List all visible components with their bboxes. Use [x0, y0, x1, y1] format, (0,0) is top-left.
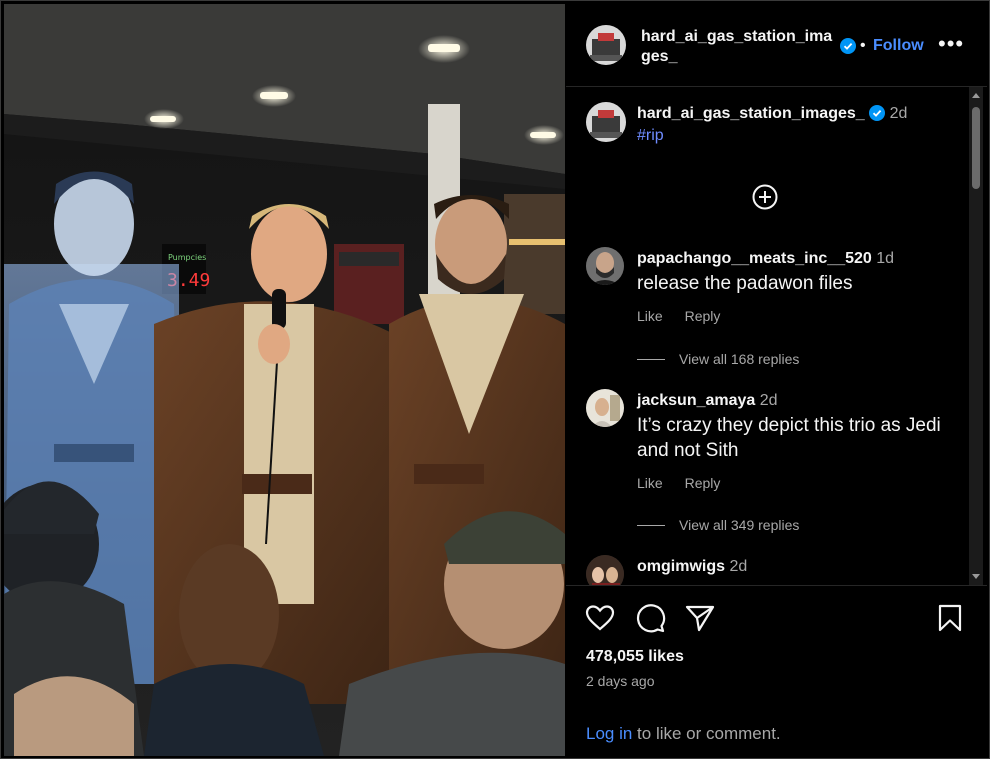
login-prompt: Log in to like or comment.	[586, 724, 781, 744]
comment-time: 2d	[759, 392, 778, 409]
caption-header: hard_ai_gas_station_images_ 2d	[637, 105, 907, 123]
heart-icon[interactable]	[584, 602, 616, 634]
comment-header: omgimwigs 2d	[637, 558, 747, 576]
comment-username[interactable]: omgimwigs	[637, 558, 725, 575]
login-link[interactable]: Log in	[586, 724, 632, 743]
caption-hashtag[interactable]: #rip	[637, 127, 664, 145]
comment-actions: Like Reply	[637, 475, 738, 491]
verified-badge-icon	[869, 105, 886, 121]
post-footer: 478,055 likes 2 days ago Log in to like …	[566, 585, 987, 757]
comment-icon[interactable]	[634, 602, 666, 634]
comment-actions: Like Reply	[637, 308, 738, 324]
caption-username[interactable]: hard_ai_gas_station_images_	[637, 105, 865, 122]
verified-badge-icon	[840, 38, 856, 54]
reply-comment-button[interactable]: Reply	[685, 475, 721, 491]
follow-button[interactable]: Follow	[873, 37, 924, 55]
comment-avatar[interactable]	[586, 247, 624, 285]
post-image[interactable]: Pumpcies 3.49	[4, 4, 565, 756]
caption-author-avatar[interactable]	[586, 102, 626, 142]
login-prompt-text: to like or comment.	[632, 724, 781, 743]
add-circle-icon[interactable]	[752, 184, 778, 210]
author-avatar[interactable]	[586, 25, 626, 65]
more-options-icon[interactable]: •••	[938, 33, 964, 55]
scroll-up-arrow-icon[interactable]	[972, 93, 980, 98]
comment-text: It’s crazy they depict this trio as Jedi…	[637, 415, 941, 461]
comment-time: 2d	[729, 558, 748, 575]
comment-username[interactable]: papachango__meats_inc__520	[637, 250, 872, 267]
bookmark-icon[interactable]	[934, 602, 966, 634]
like-comment-button[interactable]: Like	[637, 308, 663, 324]
comments-list[interactable]: hard_ai_gas_station_images_ 2d #rip papa…	[566, 87, 987, 585]
view-replies-button[interactable]: View all 349 replies	[637, 517, 799, 533]
comment-time: 1d	[876, 250, 895, 267]
post-sidebar: hard_ai_gas_station_ima ges_ • Follow ••…	[566, 4, 987, 756]
separator-dot: •	[860, 37, 866, 54]
comment-username[interactable]: jacksun_amaya	[637, 392, 755, 409]
scroll-down-arrow-icon[interactable]	[972, 574, 980, 579]
reply-comment-button[interactable]: Reply	[685, 308, 721, 324]
comment-header: papachango__meats_inc__520 1d	[637, 250, 894, 268]
post-modal: Pumpcies 3.49 hard_ai_gas_station_ima ge…	[0, 0, 990, 759]
author-username-line1[interactable]: hard_ai_gas_station_ima	[641, 28, 832, 45]
comment-text: release the padawon files	[637, 273, 853, 294]
like-comment-button[interactable]: Like	[637, 475, 663, 491]
comments-scrollbar[interactable]	[969, 87, 983, 585]
author-username[interactable]: hard_ai_gas_station_ima ges_	[641, 27, 841, 67]
likes-count[interactable]: 478,055 likes	[586, 648, 684, 666]
post-timestamp[interactable]: 2 days ago	[586, 673, 655, 689]
post-header: hard_ai_gas_station_ima ges_ • Follow ••…	[566, 4, 987, 87]
comment-avatar[interactable]	[586, 389, 624, 427]
comment-header: jacksun_amaya 2d	[637, 392, 778, 410]
scrollbar-thumb[interactable]	[972, 107, 980, 189]
caption-time: 2d	[889, 105, 908, 122]
price-sign-label: Pumpcies	[168, 253, 206, 262]
view-replies-button[interactable]: View all 168 replies	[637, 351, 799, 367]
paper-plane-icon[interactable]	[684, 602, 716, 634]
comment-avatar[interactable]	[586, 555, 624, 585]
author-username-line2[interactable]: ges_	[641, 48, 677, 65]
